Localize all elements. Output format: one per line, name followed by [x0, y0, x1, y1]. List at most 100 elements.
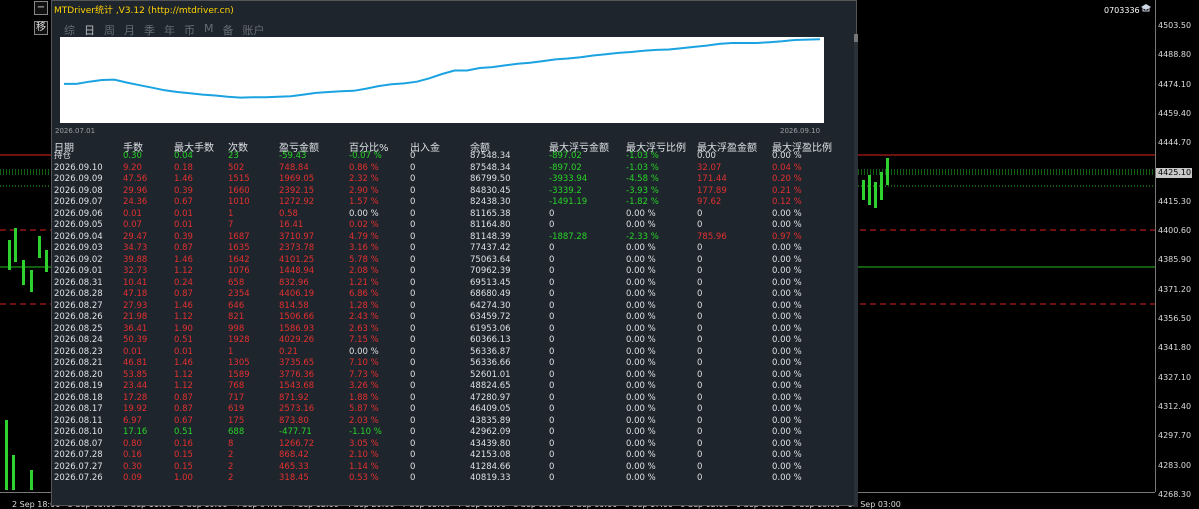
table-row[interactable]: 2026.08.07 0.80 0.16 8 1266.72 3.05 % 0 43439.8…	[52, 439, 852, 451]
table-cell: 0.00 %	[772, 404, 802, 414]
tab-3[interactable]: 月	[124, 22, 135, 38]
table-cell: 0	[697, 266, 703, 276]
table-cell: 0	[410, 381, 416, 391]
minimize-button[interactable]: −	[34, 1, 48, 15]
table-cell: 2026.08.19	[54, 381, 103, 391]
table-cell: 0.00 %	[772, 346, 802, 357]
tab-0[interactable]: 综	[64, 22, 75, 38]
scrollbar-thumb[interactable]	[854, 34, 858, 42]
table-cell: 0	[549, 381, 555, 391]
table-row[interactable]: 2026.08.10 17.16 0.51 688 -477.71 -1.10 % 0 429…	[52, 427, 852, 439]
panel-scrollbar[interactable]	[854, 34, 858, 507]
table-cell: 4406.19	[279, 289, 315, 299]
table-cell: 47.18	[123, 289, 148, 299]
table-cell: 0	[549, 415, 555, 426]
table-cell: 1.57 %	[349, 197, 379, 207]
table-cell: 0	[549, 346, 555, 357]
table-row[interactable]: 2026.08.20 53.85 1.12 1589 3776.36 7.73 % 0 526…	[52, 370, 852, 382]
table-cell: 2373.78	[279, 243, 315, 253]
tab-8[interactable]: 备	[223, 22, 234, 38]
table-cell: 175	[228, 415, 245, 426]
table-row[interactable]: 2026.07.27 0.30 0.15 2 465.33 1.14 % 0 41284.66…	[52, 462, 852, 474]
price-label: 4371.20	[1158, 284, 1192, 294]
table-row[interactable]: 2026.08.19 23.44 1.12 768 1543.68 3.26 % 0 4882…	[52, 381, 852, 393]
tab-1[interactable]: 日	[84, 22, 95, 38]
table-cell: 23.44	[123, 381, 148, 391]
table-cell: 3776.36	[279, 369, 315, 380]
price-label: 4385.90	[1158, 255, 1192, 265]
table-cell: 0.00 %	[626, 312, 656, 322]
table-row[interactable]: 2026.08.18 17.28 0.87 717 871.92 1.88 % 0 47280…	[52, 393, 852, 405]
table-cell: 0.00 %	[626, 381, 656, 391]
table-row[interactable]: 2026.08.11 6.97 0.67 175 873.80 2.03 % 0 43835.…	[52, 416, 852, 428]
table-cell: 7.73 %	[349, 369, 379, 380]
table-row[interactable]: 2026.08.31 10.41 0.24 658 832.96 1.21 % 0 69513…	[52, 278, 852, 290]
table-cell: 2026.09.06	[54, 208, 103, 219]
table-cell: 10.41	[123, 277, 148, 288]
table-cell: 56336.66	[470, 358, 511, 368]
table-cell: 8	[228, 438, 234, 449]
table-cell: 27.93	[123, 300, 148, 311]
table-cell: 0	[697, 438, 703, 449]
table-cell: 1543.68	[279, 381, 315, 391]
table-row[interactable]: 2026.09.07 24.36 0.67 1010 1272.92 1.57 % 0 824…	[52, 197, 852, 209]
table-cell: 6.97	[123, 415, 142, 426]
tab-9[interactable]: 账户	[243, 22, 265, 38]
table-cell: 87548.34	[470, 162, 511, 173]
tab-6[interactable]: 币	[184, 22, 195, 38]
table-row[interactable]: 2026.07.26 0.09 1.00 2 318.45 0.53 % 0 40819.33…	[52, 473, 852, 485]
tab-4[interactable]: 季	[144, 22, 155, 38]
table-cell: 84830.45	[470, 185, 511, 196]
tab-2[interactable]: 周	[104, 22, 115, 38]
table-cell: 56336.87	[470, 346, 511, 357]
table-row[interactable]: 2026.08.24 50.39 0.51 1928 4029.26 7.15 % 0 603…	[52, 335, 852, 347]
table-cell: 17.16	[123, 427, 148, 437]
table-cell: 0.20 %	[772, 174, 802, 184]
table-row[interactable]: 2026.09.04 29.47 0.39 1687 3710.97 4.79 % 0 811…	[52, 232, 852, 244]
table-cell: 0	[410, 404, 416, 414]
table-cell: 0.01	[174, 346, 193, 357]
table-cell: 0.00 %	[772, 369, 802, 380]
table-row[interactable]: 2026.09.02 39.88 1.46 1642 4101.25 5.78 % 0 750…	[52, 255, 852, 267]
candle	[868, 175, 871, 205]
table-cell: 1	[228, 346, 234, 357]
candle	[862, 180, 865, 200]
table-cell: -3.93 %	[626, 185, 659, 196]
table-row[interactable]: 2026.08.27 27.93 1.46 646 814.58 1.28 % 0 64274…	[52, 301, 852, 313]
table-cell: 0.87	[174, 404, 193, 414]
table-cell: 832.96	[279, 277, 309, 288]
table-row[interactable]: 2026.08.25 36.41 1.90 998 1586.93 2.63 % 0 6195…	[52, 324, 852, 336]
table-row[interactable]: 2026.09.05 0.07 0.01 7 16.41 0.02 % 0 81164.80 0…	[52, 220, 852, 232]
table-cell: 5.78 %	[349, 254, 379, 265]
graduation-cap-icon[interactable]	[1141, 4, 1151, 12]
table-row[interactable]: 2026.08.28 47.18 0.87 2354 4406.19 6.86 % 0 686…	[52, 289, 852, 301]
table-cell: 0	[410, 174, 416, 184]
tab-7[interactable]: M	[204, 22, 214, 38]
table-row[interactable]: 2026.08.26 21.98 1.12 821 1506.66 2.43 % 0 6345…	[52, 312, 852, 324]
table-cell: 0	[549, 243, 555, 253]
table-row[interactable]: 2026.09.08 29.96 0.39 1660 2392.15 2.90 % 0 848…	[52, 186, 852, 198]
table-cell: 0	[410, 415, 416, 426]
restore-button[interactable]: 移	[34, 21, 48, 35]
table-cell: 1.46	[174, 300, 193, 311]
current-price-tag: 4425.10	[1156, 168, 1192, 178]
table-row[interactable]: 2026.08.23 0.01 0.01 1 0.21 0.00 % 0 56336.87 0 0…	[52, 347, 852, 359]
table-cell: 52601.01	[470, 369, 511, 380]
table-cell: 0.00 %	[772, 300, 802, 311]
table-row[interactable]: 2026.09.09 47.56 1.46 1515 1969.05 2.32 % 0 867…	[52, 174, 852, 186]
table-cell: 0	[410, 231, 416, 242]
table-row[interactable]: 2026.09.03 34.73 0.87 1635 2373.78 3.16 % 0 774…	[52, 243, 852, 255]
table-cell: 3710.97	[279, 231, 315, 242]
table-cell: 0	[410, 346, 416, 357]
table-cell: 2354	[228, 289, 250, 299]
table-row[interactable]: 2026.08.21 46.81 1.46 1305 3735.65 7.10 % 0 563…	[52, 358, 852, 370]
tab-5[interactable]: 年	[164, 22, 175, 38]
table-row[interactable]: 2026.07.28 0.16 0.15 2 868.42 2.10 % 0 42153.08…	[52, 450, 852, 462]
table-row[interactable]: 2026.09.06 0.01 0.01 1 0.58 0.00 % 0 81165.38 0 0…	[52, 209, 852, 221]
table-cell: 0.00 %	[772, 289, 802, 299]
table-row[interactable]: 2026.09.10 9.20 0.18 502 748.84 0.86 % 0 87548.…	[52, 163, 852, 175]
table-row[interactable]: 2026.09.01 32.73 1.12 1076 1448.94 2.08 % 0 709…	[52, 266, 852, 278]
table-cell: 2026.08.17	[54, 404, 103, 414]
table-cell: -3339.2	[549, 185, 582, 196]
table-row[interactable]: 2026.08.17 19.92 0.87 619 2573.16 5.87 % 0 4640…	[52, 404, 852, 416]
